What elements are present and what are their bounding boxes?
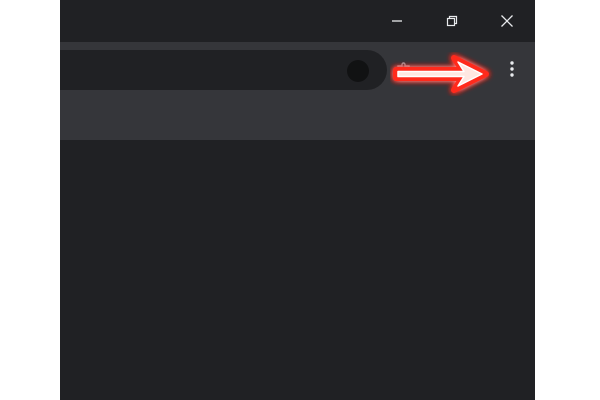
vertical-dots-icon <box>509 60 515 83</box>
address-bar[interactable] <box>60 50 387 90</box>
arrow-right-icon <box>390 52 500 96</box>
restore-button[interactable] <box>429 4 475 38</box>
minimize-icon <box>391 15 403 27</box>
restore-icon <box>446 15 458 27</box>
page-content <box>60 140 535 400</box>
close-icon <box>500 14 514 28</box>
close-button[interactable] <box>484 4 530 38</box>
avatar[interactable] <box>347 60 369 82</box>
minimize-button[interactable] <box>374 4 420 38</box>
bookmarks-bar <box>60 98 535 140</box>
browser-menu-button[interactable] <box>498 57 526 85</box>
title-bar <box>60 0 535 42</box>
